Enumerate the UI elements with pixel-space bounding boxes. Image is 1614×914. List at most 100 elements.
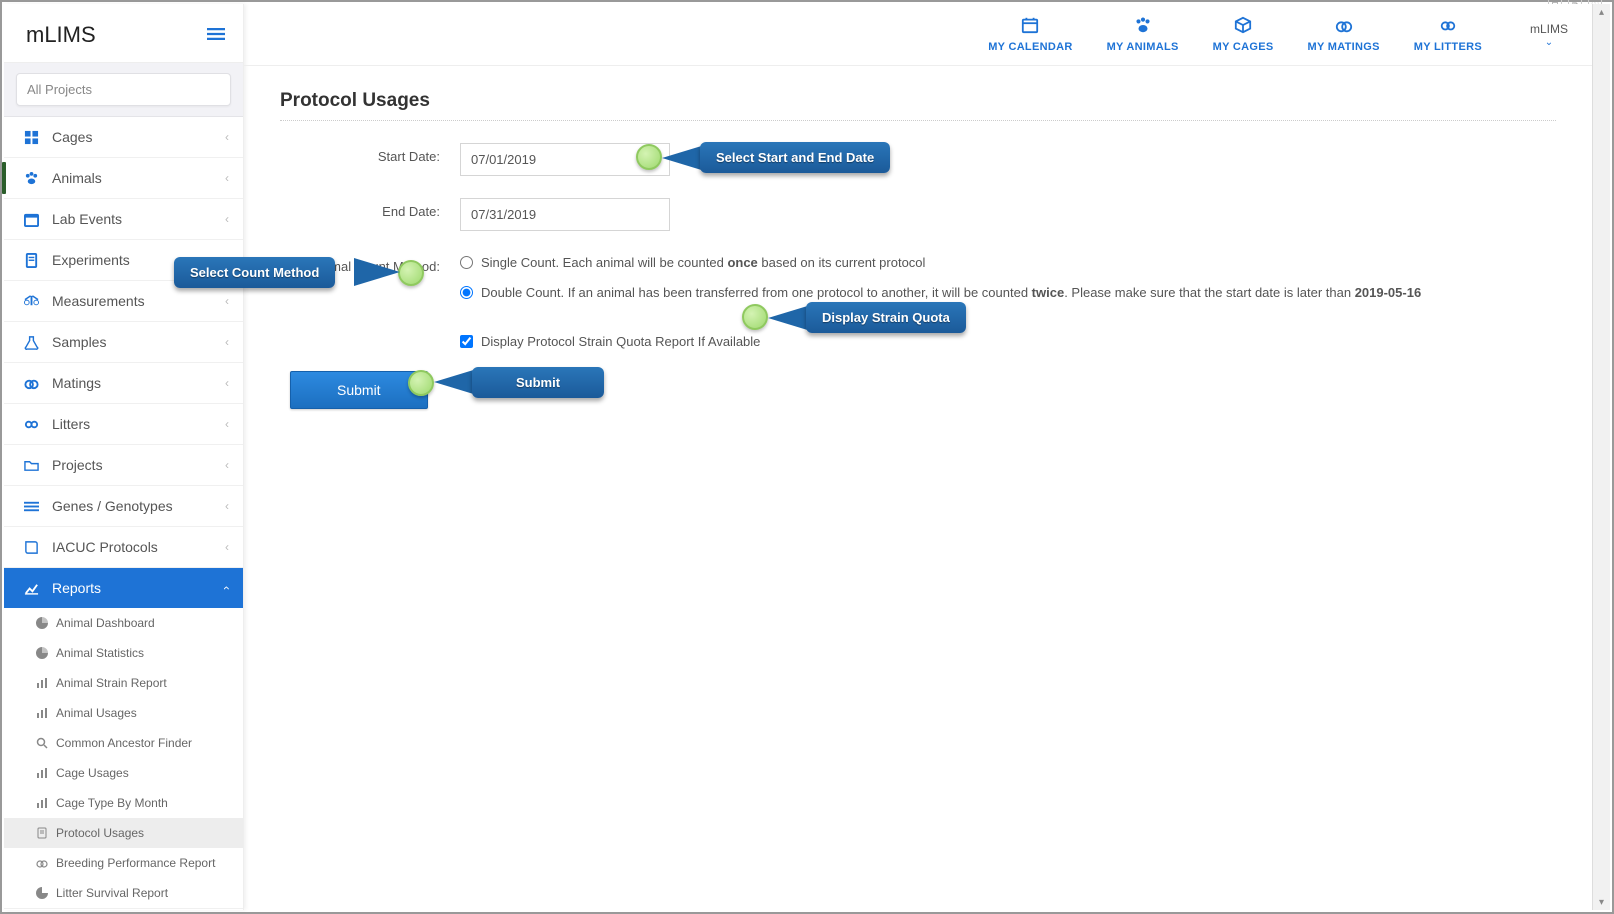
topbar: MY CALENDAR MY ANIMALS MY CAGES MY MATIN…	[244, 4, 1592, 66]
project-selector[interactable]: All Projects	[16, 73, 231, 106]
book-icon	[22, 540, 40, 555]
scale-icon	[22, 294, 40, 309]
submit-button[interactable]: Submit	[290, 371, 428, 409]
bars-icon	[36, 767, 50, 779]
sidebar-item-litters[interactable]: Litters‹	[4, 404, 243, 444]
sidebar-item-cages[interactable]: Cages ‹	[4, 117, 243, 157]
sidebar-item-label: Lab Events	[52, 211, 122, 227]
bars-icon	[36, 797, 50, 809]
paw-icon	[22, 171, 40, 186]
chevron-left-icon: ‹	[225, 171, 229, 185]
user-menu[interactable]: mLIMS⌄	[1530, 22, 1568, 48]
grid-icon	[22, 130, 40, 145]
subnav-label: Breeding Performance Report	[56, 856, 215, 870]
end-date-input[interactable]	[460, 198, 670, 231]
chevron-left-icon: ‹	[225, 212, 229, 226]
single-count-text: Single Count. Each animal will be counte…	[481, 253, 925, 273]
double-count-radio[interactable]	[460, 286, 473, 299]
scroll-down-icon[interactable]: ▾	[1593, 894, 1610, 910]
subnav-animal-statistics[interactable]: Animal Statistics	[4, 638, 243, 668]
scroll-up-icon[interactable]: ▴	[1593, 4, 1610, 20]
menu-toggle-icon[interactable]	[207, 25, 225, 46]
clipboard-icon	[22, 253, 40, 268]
annotation-dot	[408, 370, 434, 396]
subnav-label: Cage Usages	[56, 766, 129, 780]
subnav-common-ancestor[interactable]: Common Ancestor Finder	[4, 728, 243, 758]
cube-icon	[1234, 16, 1252, 37]
chevron-left-icon: ‹	[225, 130, 229, 144]
topnav-label: MY ANIMALS	[1107, 41, 1179, 53]
brand-logo: mLIMS	[26, 22, 96, 48]
topnav-my-matings[interactable]: MY MATINGS	[1302, 16, 1386, 53]
page-title: Protocol Usages	[280, 90, 1556, 121]
sidebar-item-samples[interactable]: Samples ‹	[4, 322, 243, 362]
subnav-animal-usages[interactable]: Animal Usages	[4, 698, 243, 728]
annotation-dot	[398, 260, 424, 286]
subnav-animal-strain[interactable]: Animal Strain Report	[4, 668, 243, 698]
topnav-my-litters[interactable]: MY LITTERS	[1408, 16, 1488, 53]
chevron-left-icon: ‹	[225, 417, 229, 431]
chevron-down-icon: ⌄	[1545, 37, 1553, 48]
subnav-cage-type-month[interactable]: Cage Type By Month	[4, 788, 243, 818]
chevron-left-icon: ‹	[225, 499, 229, 513]
sidebar-item-animals[interactable]: Animals ‹	[4, 158, 243, 198]
flask-icon	[22, 335, 40, 350]
chevron-left-icon: ‹	[225, 294, 229, 308]
sidebar-item-label: Projects	[52, 457, 103, 473]
subnav-label: Litter Survival Report	[56, 886, 168, 900]
sidebar-item-reports[interactable]: Reports›	[4, 568, 243, 608]
chevron-left-icon: ‹	[225, 335, 229, 349]
sidebar-item-projects[interactable]: Projects‹	[4, 445, 243, 485]
subnav-label: Animal Usages	[56, 706, 137, 720]
paw-icon	[1134, 16, 1152, 37]
calendar-icon	[22, 212, 40, 227]
topnav-label: MY CAGES	[1213, 41, 1274, 53]
sidebar-item-matings[interactable]: Matings ‹	[4, 363, 243, 403]
single-count-radio[interactable]	[460, 256, 473, 269]
topnav-label: MY MATINGS	[1308, 41, 1380, 53]
display-quota-checkbox[interactable]	[460, 335, 473, 348]
chevron-left-icon: ‹	[225, 540, 229, 554]
bars-icon	[36, 677, 50, 689]
sidebar-item-genes[interactable]: Genes / Genotypes ‹	[4, 486, 243, 526]
subnav-litter-survival[interactable]: Litter Survival Report	[4, 878, 243, 908]
subnav-animal-dashboard[interactable]: Animal Dashboard	[4, 608, 243, 638]
sidebar-item-label: IACUC Protocols	[52, 539, 158, 555]
sidebar-item-label: Samples	[52, 334, 106, 350]
display-quota-label: Display Protocol Strain Quota Report If …	[481, 334, 760, 349]
sidebar-item-label: Measurements	[52, 293, 145, 309]
subnav-label: Animal Dashboard	[56, 616, 155, 630]
chevron-left-icon: ‹	[225, 376, 229, 390]
reports-subnav: Animal Dashboard Animal Statistics Anima…	[4, 608, 243, 908]
topnav-my-animals[interactable]: MY ANIMALS	[1101, 16, 1185, 53]
topnav-my-calendar[interactable]: MY CALENDAR	[982, 16, 1078, 53]
user-menu-label: mLIMS	[1530, 22, 1568, 36]
start-date-label: Start Date:	[280, 143, 460, 164]
rings-icon	[36, 857, 50, 869]
subnav-protocol-usages[interactable]: Protocol Usages	[4, 818, 243, 848]
topnav-my-cages[interactable]: MY CAGES	[1207, 16, 1280, 53]
sidebar-item-label: Animals	[52, 170, 102, 186]
subnav-cage-usages[interactable]: Cage Usages	[4, 758, 243, 788]
chart-icon	[22, 581, 40, 596]
sidebar-item-label: Genes / Genotypes	[52, 498, 173, 514]
sidebar-item-iacuc[interactable]: IACUC Protocols ‹	[4, 527, 243, 567]
sidebar-item-lab-events[interactable]: Lab Events ‹	[4, 199, 243, 239]
sidebar-item-label: Cages	[52, 129, 92, 145]
annotation-submit: Submit	[472, 367, 604, 398]
rings-icon	[22, 376, 40, 391]
subnav-breeding-performance[interactable]: Breeding Performance Report	[4, 848, 243, 878]
calendar-icon	[1021, 16, 1039, 37]
subnav-label: Common Ancestor Finder	[56, 736, 192, 750]
doc-icon	[36, 827, 50, 839]
pie-icon	[36, 887, 50, 899]
annotation-dot	[636, 144, 662, 170]
scrollbar[interactable]: ▴ ▾	[1592, 4, 1610, 910]
topnav-label: MY CALENDAR	[988, 41, 1072, 53]
group-icon	[1439, 16, 1457, 37]
annotation-dot	[742, 304, 768, 330]
sidebar-item-label: Matings	[52, 375, 101, 391]
annotation-quota: Display Strain Quota	[806, 302, 966, 333]
subnav-label: Cage Type By Month	[56, 796, 168, 810]
pie-icon	[36, 647, 50, 659]
